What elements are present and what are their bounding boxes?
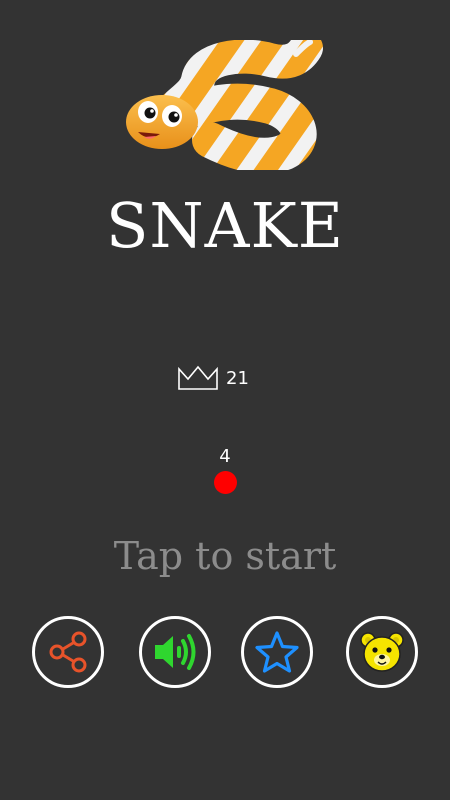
game-start-screen[interactable]: SNAKE 21 4 Tap to start (0, 0, 450, 800)
snake-logo (126, 40, 323, 170)
star-icon (255, 631, 299, 673)
sound-button[interactable] (139, 616, 211, 688)
share-icon (49, 631, 87, 673)
rate-button[interactable] (241, 616, 313, 688)
crown-icon (178, 365, 218, 390)
food-ball (214, 471, 237, 494)
tap-to-start-prompt[interactable]: Tap to start (0, 528, 450, 584)
speaker-icon (155, 634, 196, 670)
more-games-button[interactable] (346, 616, 418, 688)
best-score-value: 21 (226, 367, 249, 389)
bear-icon (360, 632, 404, 672)
best-score: 21 (176, 362, 249, 394)
ball-count: 4 (219, 446, 231, 467)
share-button[interactable] (32, 616, 104, 688)
game-title: SNAKE (105, 189, 345, 262)
